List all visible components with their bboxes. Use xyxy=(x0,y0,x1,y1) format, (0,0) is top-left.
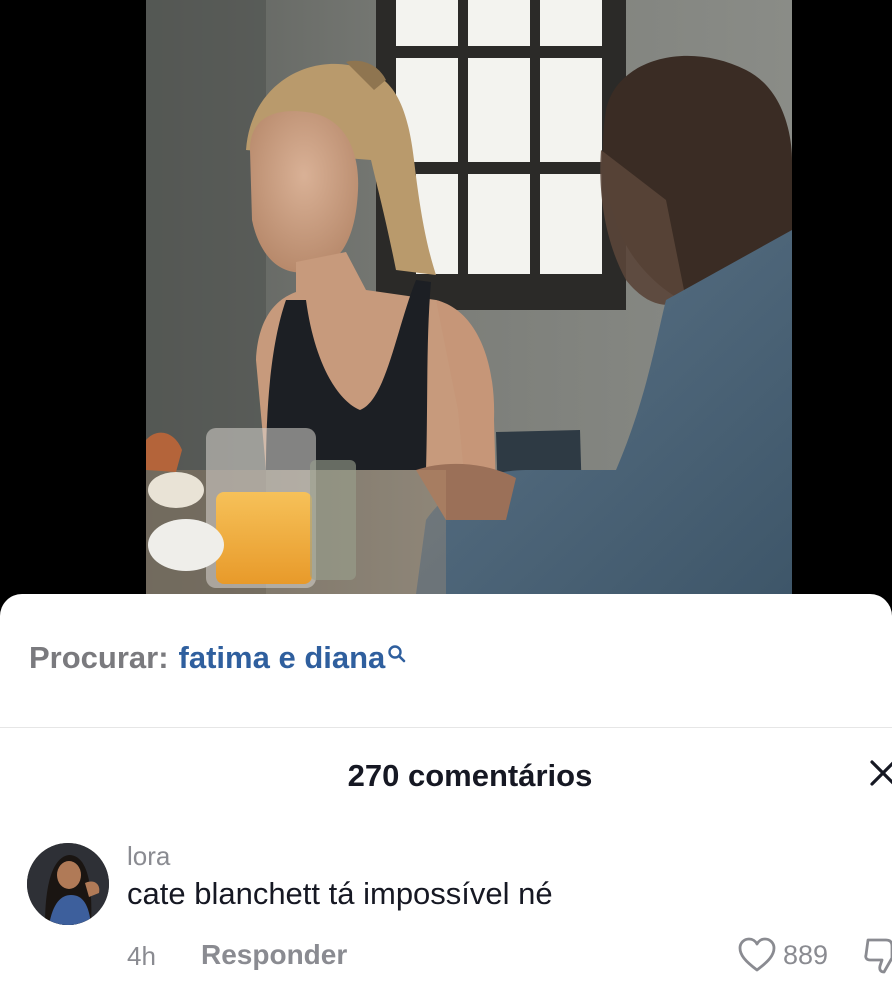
app-screen: Procurar: fatima e diana 270 comentários xyxy=(0,0,892,1000)
comment-item: lora cate blanchett tá impossível né 4h … xyxy=(0,838,892,1000)
comment-text: cate blanchett tá impossível né xyxy=(127,876,553,911)
video-frame-image xyxy=(146,0,792,594)
avatar[interactable] xyxy=(27,843,109,925)
comments-count-title: 270 comentários xyxy=(347,758,593,793)
reply-button[interactable]: Responder xyxy=(201,939,347,971)
close-icon[interactable] xyxy=(868,758,892,788)
search-query-link[interactable]: fatima e diana xyxy=(179,640,386,676)
comments-sheet: Procurar: fatima e diana 270 comentários xyxy=(0,594,892,1000)
video-player[interactable] xyxy=(146,0,792,594)
thumbs-down-icon[interactable] xyxy=(862,934,892,976)
search-prefix-label: Procurar: xyxy=(29,640,169,675)
search-suggestion[interactable]: Procurar: fatima e diana xyxy=(29,636,407,680)
comment-username[interactable]: lora xyxy=(127,841,170,872)
comment-timestamp: 4h xyxy=(127,941,156,971)
heart-icon[interactable] xyxy=(737,936,777,974)
like-count: 889 xyxy=(783,940,829,970)
divider xyxy=(0,727,892,728)
search-icon[interactable] xyxy=(387,636,407,663)
